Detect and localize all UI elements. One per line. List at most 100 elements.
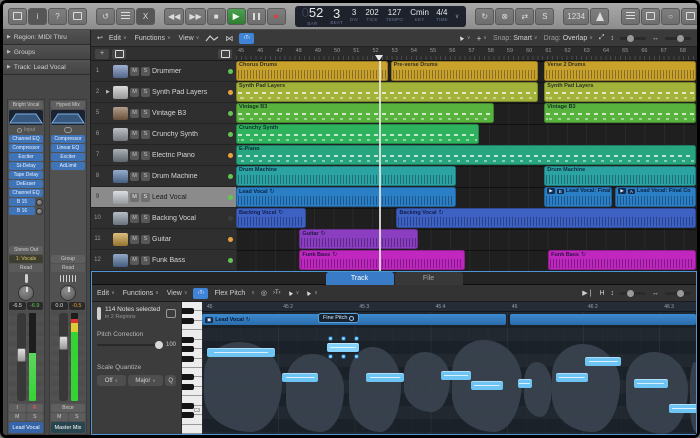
piano-keyboard[interactable]: C3 bbox=[182, 302, 202, 434]
track-mute-button[interactable]: M bbox=[130, 109, 139, 118]
region[interactable]: E-Piano bbox=[236, 145, 696, 165]
black-key[interactable] bbox=[182, 374, 194, 380]
editor-menu-view[interactable]: View∨ bbox=[167, 290, 188, 297]
plugin-slot[interactable]: St-Delay bbox=[9, 162, 43, 170]
marquee-tool-icon[interactable]: ◎ bbox=[261, 289, 267, 297]
pitch-note[interactable] bbox=[366, 373, 404, 382]
quick-help-icon[interactable]: ? bbox=[48, 8, 67, 25]
bounce-button[interactable]: Bnce bbox=[51, 404, 85, 412]
pitch-note[interactable] bbox=[556, 373, 588, 382]
input-slot[interactable] bbox=[51, 126, 85, 134]
pitch-note[interactable] bbox=[585, 357, 621, 366]
editor-tab-track[interactable]: Track bbox=[326, 272, 394, 285]
white-key[interactable] bbox=[182, 425, 202, 434]
fader-cap[interactable] bbox=[59, 336, 68, 350]
editor-pointer-tool-menu[interactable]: ▲∨ bbox=[287, 290, 300, 297]
input-slot[interactable]: Input bbox=[9, 126, 43, 134]
record-enable-button[interactable]: R bbox=[27, 404, 44, 412]
track-zoom-icon[interactable] bbox=[218, 49, 232, 59]
volume-fader[interactable] bbox=[59, 313, 68, 401]
pitch-note[interactable] bbox=[327, 343, 359, 352]
take-play-icon[interactable]: ▶ bbox=[618, 188, 625, 194]
region[interactable]: Vintage B3 bbox=[544, 103, 696, 123]
horizontal-zoom-icon[interactable]: ↔ bbox=[652, 35, 659, 42]
mute-button[interactable]: M bbox=[9, 413, 26, 421]
eq-thumbnail[interactable] bbox=[9, 110, 43, 125]
track-mute-button[interactable]: M bbox=[130, 172, 139, 181]
note-hotspot-dot[interactable] bbox=[328, 336, 333, 341]
track-solo-button[interactable]: S bbox=[141, 235, 150, 244]
tools-icon[interactable]: X bbox=[136, 8, 155, 25]
count-in-button[interactable]: 1234 bbox=[563, 8, 589, 25]
track-mute-button[interactable]: M bbox=[130, 67, 139, 76]
pitch-note[interactable] bbox=[669, 404, 696, 413]
black-key[interactable] bbox=[182, 412, 194, 418]
note-hotspot-dot[interactable] bbox=[341, 336, 346, 341]
catch-playhead-icon[interactable]: ▶❘ bbox=[582, 289, 593, 297]
input-monitor-button[interactable]: I bbox=[9, 404, 26, 412]
track-header-row[interactable]: 7MSElectric Piano bbox=[91, 145, 236, 166]
pitch-note[interactable] bbox=[518, 379, 532, 388]
media-browser-icon[interactable] bbox=[681, 8, 700, 25]
plugin-slot[interactable]: AdLimit bbox=[51, 162, 85, 170]
channel-name-label[interactable]: Master Mix bbox=[51, 422, 85, 433]
region[interactable]: Synth Pad Layers bbox=[236, 82, 538, 102]
note-pads-icon[interactable] bbox=[641, 8, 660, 25]
region[interactable]: Chorus Drums bbox=[236, 61, 388, 81]
plugin-slot[interactable]: DeEsser bbox=[9, 180, 43, 188]
channel-setting-button[interactable]: Bright Vocal bbox=[9, 101, 43, 109]
black-key[interactable] bbox=[182, 318, 194, 324]
menu-edit[interactable]: Edit∨ bbox=[109, 35, 127, 42]
track-solo-button[interactable]: S bbox=[141, 193, 150, 202]
waveform-zoom-icon[interactable]: ⤢ bbox=[599, 34, 605, 42]
black-key[interactable] bbox=[182, 356, 194, 362]
plugin-slot[interactable]: Channel EQ bbox=[9, 189, 43, 197]
metronome-icon[interactable] bbox=[590, 8, 609, 25]
track-mute-button[interactable]: M bbox=[130, 235, 139, 244]
track-solo-button[interactable]: S bbox=[141, 214, 150, 223]
editor-horizontal-zoom-slider[interactable] bbox=[665, 292, 691, 295]
note-hotspot-dot[interactable] bbox=[354, 354, 359, 359]
track-solo-button[interactable]: S bbox=[141, 151, 150, 160]
disclosure-triangle-icon[interactable]: ▶ bbox=[106, 89, 111, 95]
editor-secondary-tool-menu[interactable]: ▲∨ bbox=[305, 290, 318, 297]
track-solo-button[interactable]: S bbox=[141, 88, 150, 97]
automation-mode-button[interactable]: Read bbox=[51, 264, 85, 272]
track-solo-button[interactable]: S bbox=[141, 172, 150, 181]
vertical-zoom-icon[interactable]: ↕ bbox=[611, 35, 615, 42]
mixer-icon[interactable] bbox=[116, 8, 135, 25]
region[interactable]: Vintage B3 bbox=[236, 103, 494, 123]
black-key[interactable] bbox=[182, 337, 194, 343]
region[interactable]: Pre-verse Drums bbox=[391, 61, 539, 81]
black-key[interactable] bbox=[182, 403, 194, 409]
send-knob[interactable] bbox=[36, 208, 43, 215]
playhead[interactable] bbox=[379, 61, 381, 271]
track-header-row[interactable]: 9MSLead Vocal bbox=[91, 187, 236, 208]
track-header-row[interactable]: 11MSGuitar bbox=[91, 229, 236, 250]
snap-menu[interactable]: Snap:Smart∨ bbox=[493, 35, 538, 42]
region[interactable]: Backing Vocal↻ bbox=[396, 208, 696, 228]
pan-knob[interactable] bbox=[18, 285, 34, 301]
track-mute-button[interactable]: M bbox=[130, 130, 139, 139]
bar-ruler[interactable]: 4546474849505152535455565758596061626364… bbox=[236, 47, 697, 61]
automation-icon[interactable] bbox=[205, 34, 219, 43]
forward-button[interactable]: ▶▶ bbox=[185, 8, 205, 25]
plugin-slot[interactable]: Linear EQ bbox=[51, 144, 85, 152]
cycle-off-icon[interactable]: ↺ bbox=[96, 8, 115, 25]
track-solo-button[interactable]: S bbox=[141, 67, 150, 76]
group-slot[interactable]: 1: Vocals bbox=[9, 255, 43, 263]
track-solo-button[interactable]: S bbox=[141, 109, 150, 118]
plugin-slot[interactable]: Channel EQ bbox=[9, 135, 43, 143]
autopunch-icon[interactable]: ⇄ bbox=[515, 8, 534, 25]
note-hotspot-dot[interactable] bbox=[341, 354, 346, 359]
send-slot[interactable]: B 15 bbox=[9, 198, 43, 206]
solo-mode-icon[interactable]: S bbox=[535, 8, 554, 25]
flex-mode-icon[interactable]: ›T‹ bbox=[239, 33, 254, 44]
volume-fader[interactable] bbox=[17, 313, 26, 401]
quantize-button[interactable]: Q bbox=[165, 375, 176, 386]
editor-horizontal-zoom-icon[interactable]: ↔ bbox=[652, 290, 659, 297]
pitch-correction-slider[interactable] bbox=[97, 344, 163, 346]
output-slot[interactable]: Stereo Out bbox=[9, 246, 43, 254]
track-header-row[interactable]: 12MSFunk Bass bbox=[91, 250, 236, 271]
scale-type-select[interactable]: Major∨ bbox=[128, 375, 164, 386]
